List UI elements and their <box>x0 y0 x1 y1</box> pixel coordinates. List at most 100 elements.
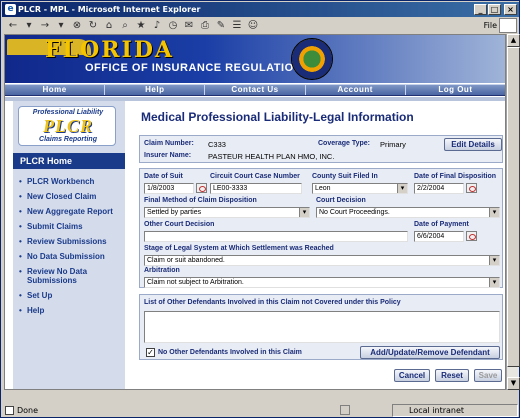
vertical-scrollbar[interactable]: ▲ ▼ <box>506 34 520 390</box>
nav-log-out[interactable]: Log Out <box>406 85 505 95</box>
date-of-suit-label: Date of Suit <box>144 173 183 180</box>
back-icon[interactable]: ← <box>6 20 20 32</box>
sidebar-item-help[interactable]: Help <box>13 306 125 315</box>
close-button[interactable]: × <box>504 4 517 15</box>
add-update-remove-defendant-button[interactable]: Add/Update/Remove Defendant <box>360 346 500 359</box>
sidebar-item-review-no-data[interactable]: Review No Data Submissions <box>13 267 125 285</box>
history-icon[interactable]: ◷ <box>166 20 180 32</box>
messenger-icon[interactable]: ☺ <box>246 20 260 32</box>
window-title: PLCR - MPL - Microsoft Internet Explorer <box>18 5 201 14</box>
date-final-input[interactable]: 2/2/2004 <box>414 183 464 194</box>
date-final-label: Date of Final Disposition <box>414 173 497 180</box>
dropdown-icon[interactable]: ▾ <box>22 20 36 32</box>
save-button[interactable]: Save <box>474 369 502 382</box>
sidebar-heading: PLCR Home <box>13 153 125 169</box>
media-icon[interactable]: ♪ <box>150 20 164 32</box>
search-icon[interactable]: ⌕ <box>118 20 132 32</box>
circuit-case-input[interactable]: LE00-3333 <box>210 183 302 194</box>
title-bar: e PLCR - MPL - Microsoft Internet Explor… <box>2 2 519 17</box>
nav-contact-us[interactable]: Contact Us <box>205 85 306 95</box>
stop-icon[interactable]: ⊗ <box>70 20 84 32</box>
nav-home[interactable]: Home <box>5 85 106 95</box>
dropdown-icon[interactable]: ▾ <box>54 20 68 32</box>
defendants-section: List of Other Defendants Involved in thi… <box>139 294 503 360</box>
page-icon <box>5 406 14 415</box>
sidebar-item-new-closed-claim[interactable]: New Closed Claim <box>13 192 125 201</box>
florida-logo: FLORIDA <box>45 37 174 63</box>
stage-select[interactable]: Claim or suit abandoned. <box>144 255 500 266</box>
browser-toolbar: ← ▾ → ▾ ⊗ ↻ ⌂ ⌕ ★ ♪ ◷ ✉ ⎙ ✎ ☰ ☺ <box>2 18 519 33</box>
discuss-icon[interactable]: ☰ <box>230 20 244 32</box>
sidebar-item-submit-claims[interactable]: Submit Claims <box>13 222 125 231</box>
sidebar-item-new-aggregate-report[interactable]: New Aggregate Report <box>13 207 125 216</box>
scroll-thumb[interactable] <box>507 47 520 367</box>
calendar-icon[interactable] <box>466 231 477 241</box>
state-seal-icon <box>291 38 333 80</box>
other-court-input[interactable] <box>144 231 408 242</box>
favorites-icon[interactable]: ★ <box>134 20 148 32</box>
claim-summary: Claim Number: C333 Coverage Type: Primar… <box>139 135 503 163</box>
stage-label: Stage of Legal System at Which Settlemen… <box>144 245 334 252</box>
insurer-name-value: PASTEUR HEALTH PLAN HMO, INC. <box>208 152 335 161</box>
defendants-list[interactable] <box>144 311 500 343</box>
no-other-defendants-checkbox[interactable]: ✓ <box>146 348 155 357</box>
coverage-type-value: Primary <box>380 140 406 149</box>
scroll-up-icon[interactable]: ▲ <box>507 34 520 47</box>
mail-icon[interactable]: ✉ <box>182 20 196 32</box>
browser-window: e PLCR - MPL - Microsoft Internet Explor… <box>0 0 520 418</box>
defendants-label: List of Other Defendants Involved in thi… <box>144 299 401 306</box>
print-icon[interactable]: ⎙ <box>198 20 212 32</box>
final-method-select[interactable]: Settled by parties <box>144 207 310 218</box>
cancel-button[interactable]: Cancel <box>394 369 430 382</box>
nav-account[interactable]: Account <box>306 85 406 95</box>
refresh-icon[interactable]: ↻ <box>86 20 100 32</box>
ie-icon: e <box>5 4 16 15</box>
calendar-icon[interactable] <box>196 183 207 193</box>
plcr-logo: Professional Liability PLCR Claims Repor… <box>18 106 116 146</box>
menu-file[interactable]: File <box>484 18 497 33</box>
circuit-case-label: Circuit Court Case Number <box>210 173 300 180</box>
frame-gap <box>4 390 519 403</box>
maximize-button[interactable]: □ <box>488 4 501 15</box>
edit-details-button[interactable]: Edit Details <box>444 138 502 151</box>
status-bar: Done Local intranet <box>2 403 519 418</box>
page-title: Medical Professional Liability-Legal Inf… <box>141 110 414 124</box>
date-of-suit-input[interactable]: 1/8/2003 <box>144 183 194 194</box>
home-icon[interactable]: ⌂ <box>102 20 116 32</box>
claim-number-label: Claim Number: <box>144 140 194 147</box>
arbitration-label: Arbitration <box>144 267 180 274</box>
office-name: OFFICE OF INSURANCE REGULATION <box>85 62 303 74</box>
coverage-type-label: Coverage Type: <box>318 140 370 147</box>
minimize-button[interactable]: _ <box>474 4 487 15</box>
scroll-down-icon[interactable]: ▼ <box>507 377 520 390</box>
security-zone: Local intranet <box>392 404 518 417</box>
forward-icon[interactable]: → <box>38 20 52 32</box>
sidebar-item-no-data-submission[interactable]: No Data Submission <box>13 252 125 261</box>
edit-icon[interactable]: ✎ <box>214 20 228 32</box>
plcr-logo-top: Professional Liability <box>32 109 104 116</box>
lock-icon <box>340 405 350 415</box>
sidebar-menu: PLCR Workbench New Closed Claim New Aggr… <box>13 177 125 321</box>
sidebar-item-set-up[interactable]: Set Up <box>13 291 125 300</box>
insurer-name-label: Insurer Name: <box>144 152 192 159</box>
nav-help[interactable]: Help <box>105 85 206 95</box>
reset-button[interactable]: Reset <box>435 369 469 382</box>
county-label: County Suit Filed In <box>312 173 378 180</box>
legal-info-form: Date of Suit 1/8/2003 Circuit Court Case… <box>139 168 503 288</box>
arbitration-select[interactable]: Claim not subject to Arbitration. <box>144 277 500 288</box>
court-decision-label: Court Decision <box>316 197 366 204</box>
date-payment-input[interactable]: 6/6/2004 <box>414 231 464 242</box>
header-banner: FLORIDA OFFICE OF INSURANCE REGULATION <box>5 35 505 83</box>
status-text: Done <box>17 406 39 415</box>
county-select[interactable]: Leon <box>312 183 408 194</box>
court-decision-select[interactable]: No Court Proceedings. <box>316 207 500 218</box>
date-payment-label: Date of Payment <box>414 221 469 228</box>
sidebar-item-review-submissions[interactable]: Review Submissions <box>13 237 125 246</box>
main-nav: Home Help Contact Us Account Log Out <box>5 84 505 96</box>
claim-number-value: C333 <box>208 140 226 149</box>
plcr-logo-bottom: Claims Reporting <box>39 136 97 143</box>
calendar-icon[interactable] <box>466 183 477 193</box>
windows-logo-icon <box>499 18 517 33</box>
no-other-defendants-label: No Other Defendants Involved in this Cla… <box>158 349 302 356</box>
sidebar-item-workbench[interactable]: PLCR Workbench <box>13 177 125 186</box>
